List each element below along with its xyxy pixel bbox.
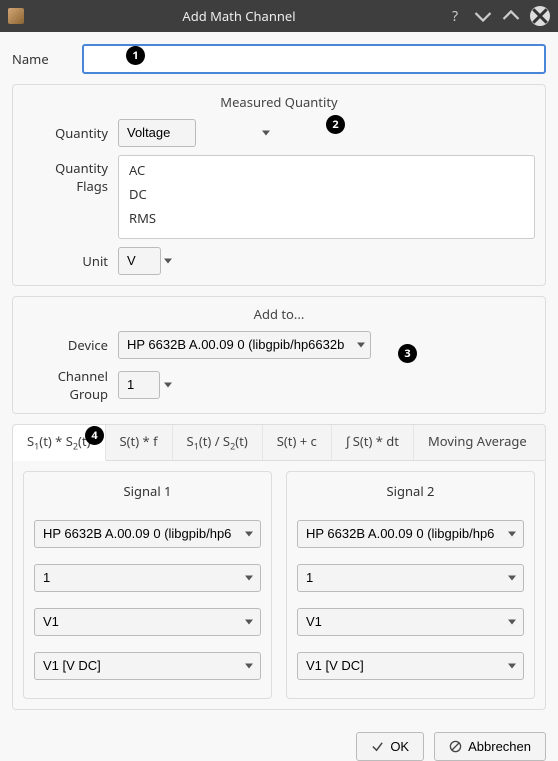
minimize-icon[interactable] bbox=[474, 7, 492, 25]
channel-group-label: Channel Group bbox=[23, 367, 118, 403]
annotation-badge-1: 1 bbox=[126, 46, 145, 65]
annotation-badge-2: 2 bbox=[326, 115, 345, 134]
add-to-group: Add to... Device HP 6632B A.00.09 0 (lib… bbox=[12, 296, 546, 414]
app-icon bbox=[8, 8, 24, 24]
name-row: Name bbox=[12, 44, 546, 74]
tab-integrate[interactable]: ∫ S(t) * dt bbox=[332, 425, 414, 460]
name-input[interactable] bbox=[82, 44, 546, 74]
tab-scale[interactable]: S(t) * f bbox=[106, 425, 173, 460]
device-label: Device bbox=[23, 336, 118, 354]
signal-2-box: Signal 2 HP 6632B A.00.09 0 (libgpib/hp6… bbox=[286, 471, 535, 699]
signal-1-measure-select[interactable]: V1 [V DC] bbox=[34, 652, 261, 680]
list-item[interactable]: AC bbox=[119, 158, 534, 182]
tab-divide[interactable]: S1(t) / S2(t) bbox=[173, 425, 263, 460]
quantity-flags-list[interactable]: AC DC RMS bbox=[118, 155, 535, 239]
cancel-button[interactable]: Abbrechen bbox=[434, 732, 546, 761]
name-label: Name bbox=[12, 50, 82, 68]
tab-panel: Signal 1 HP 6632B A.00.09 0 (libgpib/hp6… bbox=[12, 461, 546, 710]
quantity-label: Quantity bbox=[23, 124, 118, 142]
list-item[interactable]: RMS bbox=[119, 206, 534, 230]
annotation-badge-3: 3 bbox=[398, 344, 417, 363]
unit-label: Unit bbox=[23, 252, 118, 270]
ok-button[interactable]: OK bbox=[356, 732, 424, 761]
signal-1-device-select[interactable]: HP 6632B A.00.09 0 (libgpib/hp6 bbox=[34, 520, 261, 548]
signal-1-title: Signal 1 bbox=[34, 482, 261, 500]
check-icon bbox=[371, 740, 384, 753]
signal-2-measure-select[interactable]: V1 [V DC] bbox=[297, 652, 524, 680]
titlebar: Add Math Channel ? bbox=[0, 0, 558, 32]
signal-1-group-select[interactable]: 1 bbox=[34, 564, 261, 592]
device-select[interactable]: HP 6632B A.00.09 0 (libgpib/hp6632b bbox=[118, 331, 371, 359]
ok-label: OK bbox=[390, 739, 409, 754]
maximize-icon[interactable] bbox=[502, 7, 520, 25]
annotation-badge-4: 4 bbox=[85, 426, 104, 445]
tab-moving-average[interactable]: Moving Average bbox=[414, 425, 541, 460]
list-item[interactable]: DC bbox=[119, 182, 534, 206]
cancel-label: Abbrechen bbox=[468, 739, 531, 754]
channel-group-select[interactable]: 1 bbox=[118, 371, 160, 399]
measured-quantity-group: Measured Quantity Quantity Voltage Quant… bbox=[12, 84, 546, 286]
tab-offset[interactable]: S(t) + c bbox=[263, 425, 332, 460]
signal-1-channel-select[interactable]: V1 bbox=[34, 608, 261, 636]
signal-2-device-select[interactable]: HP 6632B A.00.09 0 (libgpib/hp6 bbox=[297, 520, 524, 548]
signal-1-box: Signal 1 HP 6632B A.00.09 0 (libgpib/hp6… bbox=[23, 471, 272, 699]
footer: OK Abbrechen bbox=[0, 722, 558, 761]
quantity-flags-label: Quantity Flags bbox=[23, 155, 118, 195]
unit-select[interactable]: V bbox=[118, 247, 161, 275]
signal-2-title: Signal 2 bbox=[297, 482, 524, 500]
measured-quantity-title: Measured Quantity bbox=[23, 93, 535, 111]
add-to-title: Add to... bbox=[23, 305, 535, 323]
help-icon[interactable]: ? bbox=[446, 7, 464, 25]
quantity-select[interactable]: Voltage bbox=[118, 119, 196, 147]
signal-2-group-select[interactable]: 1 bbox=[297, 564, 524, 592]
close-icon[interactable] bbox=[530, 6, 550, 26]
signal-2-channel-select[interactable]: V1 bbox=[297, 608, 524, 636]
cancel-icon bbox=[449, 740, 462, 753]
window-title: Add Math Channel bbox=[32, 7, 446, 25]
